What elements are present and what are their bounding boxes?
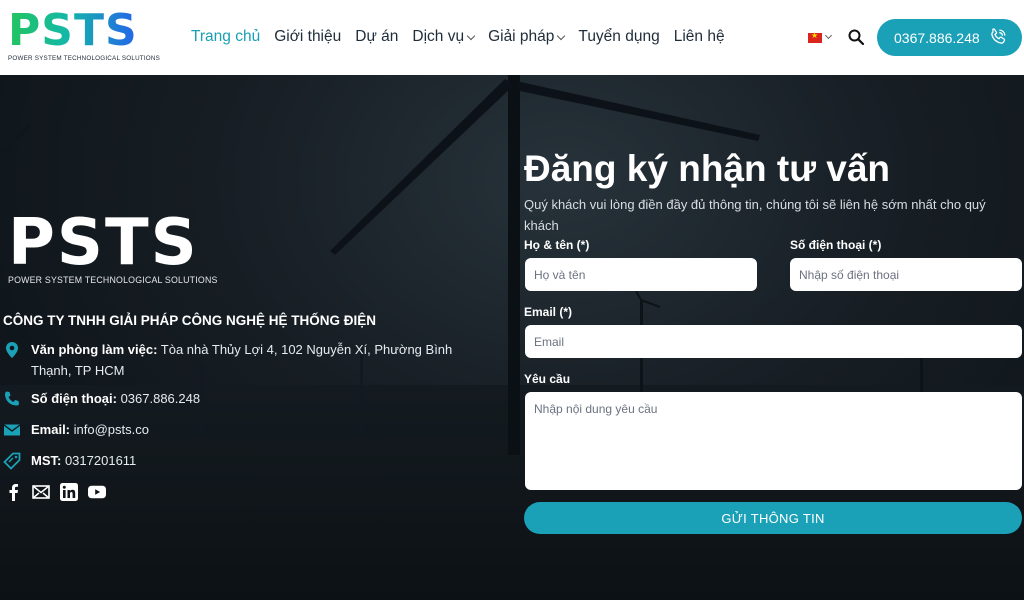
tax-value: 0317201611: [61, 453, 137, 468]
office-label: Văn phòng làm việc:: [31, 342, 158, 357]
request-textarea[interactable]: [525, 392, 1022, 490]
email-value[interactable]: info@psts.co: [70, 422, 149, 437]
name-label: Họ & tên (*): [524, 238, 590, 252]
vietnam-flag-icon[interactable]: [808, 31, 822, 43]
office-text: Văn phòng làm việc: Tòa nhà Thủy Lợi 4, …: [31, 339, 473, 381]
email-field-label: Email (*): [524, 305, 573, 319]
company-phone: Số điện thoại: 0367.886.248: [3, 388, 200, 409]
social-links: [4, 483, 116, 501]
linkedin-icon[interactable]: [60, 483, 78, 501]
submit-button[interactable]: GỬI THÔNG TIN: [524, 502, 1022, 534]
nav-label: Dịch vụ: [412, 28, 465, 45]
phone-number: 0367.886.248: [894, 29, 980, 46]
nav-label: Giới thiệu: [274, 28, 342, 45]
mail-icon[interactable]: [32, 483, 50, 501]
main-nav: Trang chủ Giới thiệu Dự án Dịch vụ Giải …: [191, 26, 739, 48]
site-logo[interactable]: PSTS POWER SYSTEM TECHNOLOGICAL SOLUTION…: [8, 5, 161, 68]
phone-icon: [991, 28, 1006, 44]
phone-field-label: Số điện thoại (*): [790, 238, 882, 252]
nav-item-contact[interactable]: Liên hệ: [674, 28, 725, 46]
nav-item-services[interactable]: Dịch vụ: [412, 28, 476, 46]
tax-text: MST: 0317201611: [31, 450, 136, 471]
tag-icon: [3, 452, 21, 470]
youtube-icon[interactable]: [88, 483, 106, 501]
request-label: Yêu cầu: [524, 372, 571, 386]
phone-text: Số điện thoại: 0367.886.248: [31, 388, 200, 409]
phone-icon: [5, 391, 19, 406]
form-title: Đăng ký nhận tư vấn: [524, 148, 891, 189]
chevron-down-icon: [557, 31, 566, 40]
footer-logo-text: PSTS: [8, 206, 199, 280]
office-address: Văn phòng làm việc: Tòa nhà Thủy Lợi 4, …: [3, 339, 473, 381]
footer-logo: PSTS POWER SYSTEM TECHNOLOGICAL SOLUTION…: [8, 210, 218, 285]
nav-label: Giải pháp: [488, 28, 555, 45]
footer-logo-subtext: POWER SYSTEM TECHNOLOGICAL SOLUTIONS: [8, 275, 218, 285]
phone-value: 0367.886.248: [116, 391, 201, 406]
email-input[interactable]: [525, 325, 1022, 358]
name-input[interactable]: [525, 258, 757, 291]
logo-text: PSTS: [8, 5, 138, 56]
email-text: Email: info@psts.co: [31, 419, 149, 440]
company-email: Email: info@psts.co: [3, 419, 149, 440]
nav-label: Tuyển dụng: [578, 28, 660, 45]
mail-icon: [3, 424, 21, 436]
phone-input[interactable]: [790, 258, 1022, 291]
nav-item-careers[interactable]: Tuyển dụng: [578, 28, 659, 46]
facebook-icon[interactable]: [4, 483, 22, 501]
nav-item-home[interactable]: Trang chủ: [191, 28, 260, 46]
tax-label: MST:: [31, 453, 62, 468]
header-phone-button[interactable]: 0367.886.248: [877, 19, 1022, 56]
logo-subtext: POWER SYSTEM TECHNOLOGICAL SOLUTIONS: [8, 55, 161, 62]
nav-item-solutions[interactable]: Giải pháp: [488, 28, 566, 46]
site-header: PSTS POWER SYSTEM TECHNOLOGICAL SOLUTION…: [0, 0, 1024, 75]
chevron-down-icon: [466, 31, 476, 40]
email-label: Email:: [31, 422, 71, 437]
nav-label: Liên hệ: [673, 28, 725, 45]
company-tax-code: MST: 0317201611: [3, 450, 136, 471]
phone-label: Số điện thoại:: [31, 391, 117, 406]
nav-item-projects[interactable]: Dự án: [355, 28, 398, 46]
location-pin-icon: [6, 342, 18, 358]
nav-item-about[interactable]: Giới thiệu: [274, 28, 341, 46]
chevron-down-icon[interactable]: [824, 31, 833, 40]
search-icon[interactable]: [848, 29, 864, 45]
company-name: CÔNG TY TNHH GIẢI PHÁP CÔNG NGHỆ HỆ THỐN…: [3, 313, 377, 328]
nav-label: Trang chủ: [191, 28, 261, 45]
form-subtitle: Quý khách vui lòng điền đầy đủ thông tin…: [524, 197, 986, 233]
nav-label: Dự án: [355, 28, 399, 45]
